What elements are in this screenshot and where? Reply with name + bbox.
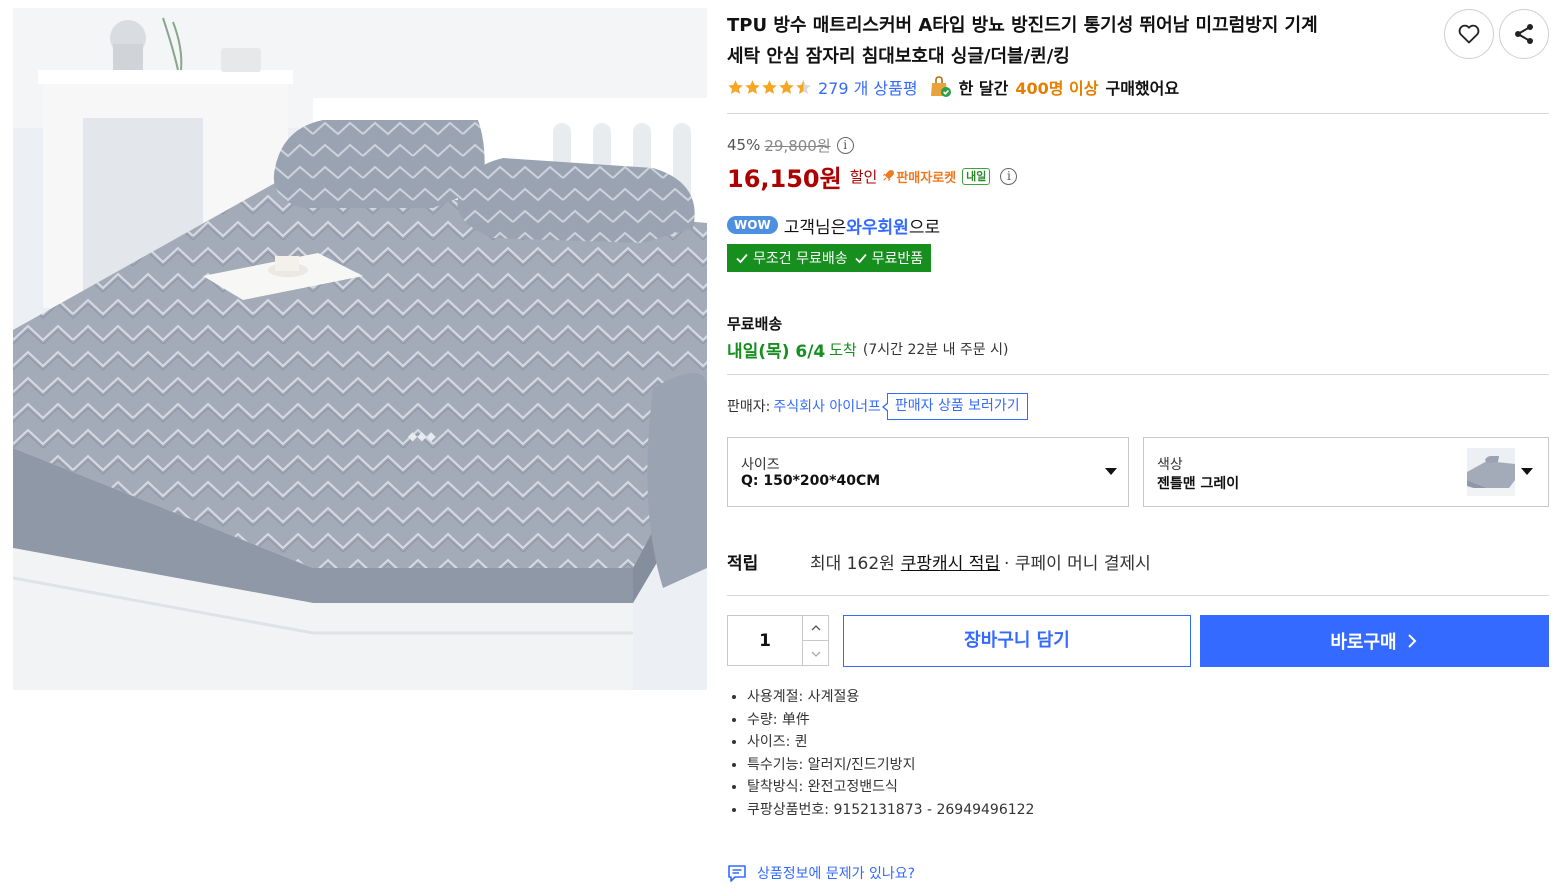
divider [727, 595, 1549, 596]
reward-label: 적립 [727, 553, 759, 574]
attribute-item: 수량: 单件 [747, 709, 1034, 732]
arrival-date: 내일(목) 6/4 [727, 341, 826, 362]
product-title-line1: TPU 방수 매트리스커버 A타입 방뇨 방진드기 통기성 뛰어남 미끄럼방지 … [727, 15, 1318, 36]
star-rating[interactable] [727, 79, 812, 96]
tomorrow-badge: 내일 [962, 167, 991, 185]
wow-badge: WOW [727, 216, 778, 234]
arrival-label: 도착 [829, 340, 857, 359]
chevron-down-icon [1521, 468, 1533, 475]
star-icon [779, 79, 794, 94]
original-price-row: 45% 29,800원 i [727, 134, 854, 156]
check-icon [736, 253, 748, 264]
shipping-label: 무료배송 [727, 315, 783, 333]
star-icon [745, 79, 760, 94]
share-button[interactable] [1499, 9, 1549, 59]
order-deadline: (7시간 22분 내 주문 시) [862, 342, 1009, 358]
bought-prefix: 한 달간 [958, 79, 1009, 98]
sale-label: 할인 [849, 167, 878, 186]
reward-condition: · 쿠페이 머니 결제시 [1004, 553, 1151, 574]
bought-count: 400명 이상 [1015, 79, 1099, 98]
info-icon[interactable]: i [836, 136, 854, 154]
quantity-value[interactable]: 1 [728, 616, 804, 667]
chevron-down-icon [811, 651, 820, 657]
color-thumbnail-image [1467, 448, 1515, 496]
sale-price-row: 16,150원 할인 판매자로켓 내일 i [727, 160, 1018, 193]
size-select[interactable]: 사이즈 Q: 150*200*40CM [727, 437, 1129, 507]
rocket-label: 판매자로켓 [896, 170, 957, 186]
chevron-right-icon [1407, 634, 1417, 648]
bought-suffix: 구매했어요 [1105, 79, 1180, 98]
reward-amount: 최대 162원 [810, 553, 895, 574]
divider [727, 113, 1549, 114]
seller-rocket-badge: 판매자로켓 [881, 167, 956, 186]
color-label: 색상 [1157, 457, 1183, 473]
color-select[interactable]: 색상 젠틀맨 그레이 [1143, 437, 1549, 507]
shipping-row: 내일(목) 6/4 도착 (7시간 22분 내 주문 시) [727, 337, 1009, 362]
seller-name-link[interactable]: 주식회사 아이너프 [773, 396, 881, 416]
size-label: 사이즈 [741, 457, 780, 473]
free-shipping-badge: 무조건 무료배송 무료반품 [727, 244, 932, 272]
color-value: 젠틀맨 그레이 [1157, 476, 1240, 492]
report-problem-label: 상품정보에 문제가 있나요? [757, 866, 916, 882]
share-icon [1515, 24, 1533, 44]
review-count-link[interactable]: 279 개 상품평 [818, 75, 918, 99]
heart-icon [1458, 24, 1480, 44]
original-price: 29,800원 [764, 136, 831, 155]
product-photo: ◆◆◆ [13, 8, 707, 690]
seller-label: 판매자: [727, 399, 771, 415]
svg-text:◆◆◆: ◆◆◆ [408, 429, 436, 443]
free-shipping-label: 무조건 무료배송 [753, 251, 848, 267]
discount-rate: 45% [727, 136, 761, 154]
quantity-stepper[interactable] [802, 615, 829, 666]
rating-row: 279 개 상품평 한 달간 400명 이상 구매했어요 [727, 74, 1179, 100]
sale-price: 16,150원 [727, 164, 842, 193]
product-title-line2: 세탁 안심 잠자리 침대보호대 싱글/더블/퀸/킹 [727, 46, 1070, 67]
divider [727, 374, 1549, 375]
seller-products-button[interactable]: 판매자 상품 보러가기 [881, 392, 1028, 420]
color-thumbnail [1467, 448, 1515, 496]
wow-text-pre: 고객님은 [783, 217, 847, 238]
wow-member-label: 와우회원 [846, 217, 909, 238]
add-to-cart-button[interactable]: 장바구니 담기 [843, 615, 1191, 667]
product-attributes: 사용계절: 사계절용 수량: 单件 사이즈: 퀸 특수기능: 알러지/진드기방지… [747, 686, 1034, 821]
quantity-increase-button[interactable] [803, 616, 828, 641]
attribute-item: 탈착방식: 완전고정밴드식 [747, 776, 1034, 799]
chevron-down-icon [1105, 468, 1117, 475]
quantity-input[interactable]: 1 [727, 615, 803, 666]
product-title: TPU 방수 매트리스커버 A타입 방뇨 방진드기 통기성 뛰어남 미끄럼방지 … [727, 10, 1427, 72]
free-return-label: 무료반품 [871, 251, 924, 267]
info-icon[interactable]: i [1000, 167, 1018, 185]
reward-row: 적립 최대 162원 쿠팡캐시 적립 · 쿠페이 머니 결제시 [727, 547, 1151, 575]
report-problem-link[interactable]: 상품정보에 문제가 있나요? [727, 861, 915, 885]
wishlist-button[interactable] [1444, 9, 1494, 59]
product-image[interactable]: ◆◆◆ [13, 8, 707, 690]
star-icon [728, 79, 743, 94]
attribute-item: 사용계절: 사계절용 [747, 686, 1034, 709]
star-icon [762, 79, 777, 94]
attribute-item: 특수기능: 알러지/진드기방지 [747, 754, 1034, 777]
half-star-icon [796, 79, 811, 94]
seller-row: 판매자: 주식회사 아이너프 판매자 상품 보러가기 [727, 392, 1028, 420]
attribute-item: 사이즈: 퀸 [747, 731, 1034, 754]
check-icon [854, 253, 867, 264]
rocket-icon [883, 170, 895, 182]
size-value: Q: 150*200*40CM [741, 473, 881, 489]
buy-now-button[interactable]: 바로구매 [1200, 615, 1549, 667]
attribute-item: 쿠팡상품번호: 9152131873 - 26949496122 [747, 799, 1034, 822]
buy-now-label: 바로구매 [1330, 632, 1397, 653]
wow-text-post: 으로 [908, 217, 941, 238]
quantity-decrease-button[interactable] [803, 641, 828, 666]
coupang-cash-link[interactable]: 쿠팡캐시 적립 [901, 549, 1000, 574]
shopping-bag-check-icon [930, 76, 951, 97]
chevron-up-icon [811, 625, 820, 631]
wow-member-row: WOW 고객님은 와우회원 으로 [727, 212, 940, 238]
comment-report-icon [728, 865, 746, 882]
